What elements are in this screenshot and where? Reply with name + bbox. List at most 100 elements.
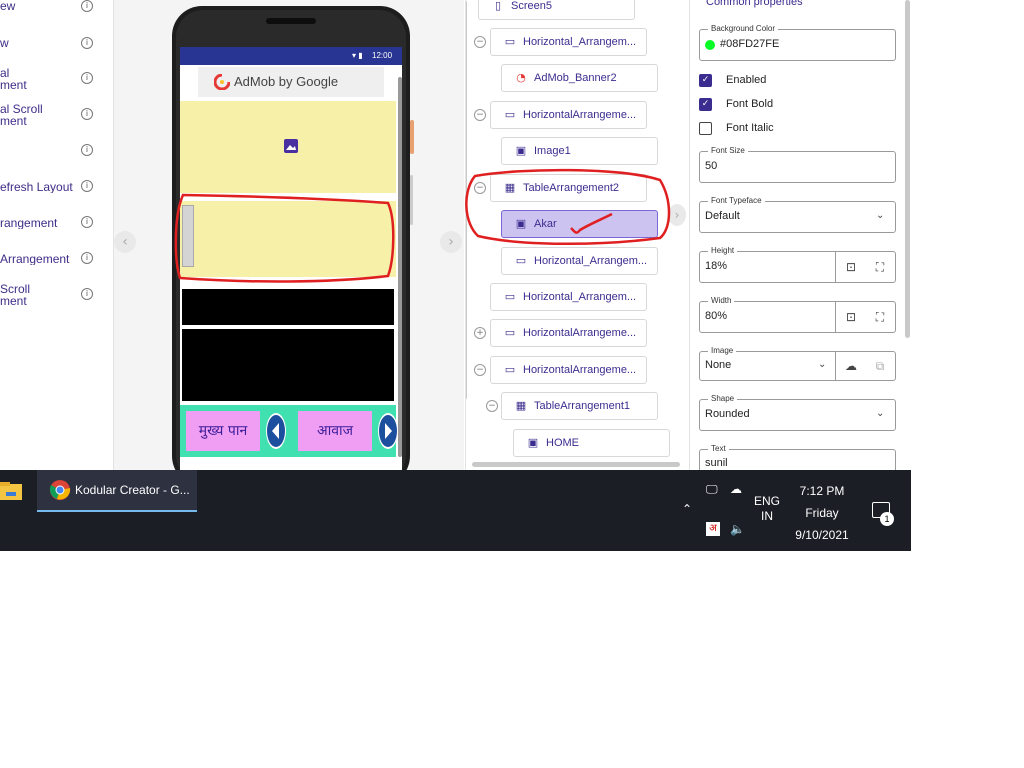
collapse-toggle-icon[interactable]: − [474, 364, 486, 376]
tree-node[interactable]: ◔ AdMob_Banner2 [501, 64, 658, 92]
chevron-up-icon[interactable]: ⌃ [682, 502, 692, 516]
table-icon: ▦ [515, 399, 527, 412]
input-method-icon[interactable]: अ [706, 522, 720, 536]
home-button[interactable]: मुख्य पान [186, 411, 260, 451]
palette-item[interactable]: ew i [0, 0, 113, 30]
taskbar-clock[interactable]: 7:12 PM Friday 9/10/2021 [790, 480, 854, 546]
palette-item-label: Arrangement [0, 253, 70, 265]
font-italic-checkbox[interactable] [699, 122, 712, 135]
collapse-toggle-icon[interactable]: − [474, 182, 486, 194]
table-arrangement-preview[interactable] [180, 201, 396, 277]
file-explorer-icon[interactable] [0, 480, 24, 502]
shape-select[interactable]: Shape Rounded ⌄ [699, 394, 896, 431]
horizontal-arrangement-icon: ▭ [504, 290, 516, 303]
image-select[interactable]: Image None ⌄ ☁ ⧉ [699, 346, 896, 381]
expand-right-icon[interactable]: › [668, 204, 686, 226]
height-field[interactable]: Height 18% ⊡ ⛶ [699, 246, 896, 283]
field-legend: Shape [708, 394, 738, 404]
font-bold-label: Font Bold [726, 98, 774, 110]
back-arrow-icon[interactable] [266, 413, 286, 449]
tree-node[interactable]: ▭ Horizontal_Arrangem... [490, 283, 647, 311]
palette-item[interactable]: al Scroll ment i [0, 102, 113, 132]
collapse-toggle-icon[interactable]: − [486, 400, 498, 412]
palette-item[interactable]: rangement i [0, 216, 113, 246]
black-arrangement[interactable] [182, 365, 394, 401]
width-field[interactable]: Width 80% ⊡ ⛶ [699, 296, 896, 333]
fullscreen-icon[interactable]: ⛶ [865, 302, 895, 332]
language-indicator[interactable]: ENG IN [752, 494, 782, 524]
tree-node-screen5[interactable]: ▯ Screen5 [478, 0, 635, 20]
upload-icon[interactable]: ☁ [835, 352, 866, 380]
open-external-icon[interactable]: ⧉ [865, 352, 895, 380]
phone-screen: ▾ ▮ 12:00 AdMob by Google मुख्य पान आवाज [180, 47, 402, 470]
info-icon[interactable]: i [81, 37, 93, 49]
color-swatch [705, 40, 715, 50]
fullscreen-icon[interactable]: ⛶ [865, 252, 895, 282]
phone-icon: ▯ [494, 0, 502, 12]
collapse-right-icon[interactable]: › [440, 231, 462, 253]
tree-node-selected[interactable]: ▣ Akar [501, 210, 658, 238]
info-icon[interactable]: i [81, 288, 93, 300]
enabled-checkbox[interactable]: ✓ [699, 74, 712, 87]
shape-value: Rounded [705, 408, 750, 420]
collapse-toggle-icon[interactable]: − [474, 36, 486, 48]
center-focus-icon[interactable]: ⊡ [835, 302, 866, 332]
info-icon[interactable]: i [81, 108, 93, 120]
info-icon[interactable]: i [81, 216, 93, 228]
tree-node[interactable]: ▦ TableArrangement2 [490, 174, 647, 202]
network-icon[interactable]: 🖵 [706, 482, 718, 497]
font-bold-checkbox[interactable]: ✓ [699, 98, 712, 111]
info-icon[interactable]: i [81, 252, 93, 264]
font-size-field[interactable]: Font Size 50 [699, 146, 896, 183]
background-color-value: #08FD27FE [720, 38, 780, 50]
palette-item[interactable]: efresh Layout i [0, 180, 113, 210]
image-arrangement[interactable] [180, 101, 396, 193]
info-icon[interactable]: i [81, 0, 93, 12]
clock-date: 9/10/2021 [795, 528, 849, 542]
palette-item[interactable]: i [0, 144, 113, 174]
tree-node[interactable]: ▭ HorizontalArrangeme... [490, 319, 647, 347]
tree-node[interactable]: ▭ Horizontal_Arrangem... [490, 28, 647, 56]
center-focus-icon[interactable]: ⊡ [835, 252, 866, 282]
forward-arrow-icon[interactable] [378, 413, 398, 449]
info-icon[interactable]: i [81, 180, 93, 192]
props-scrollbar[interactable] [905, 0, 910, 338]
info-icon[interactable]: i [81, 144, 93, 156]
screen-scrollbar[interactable] [398, 77, 402, 457]
tree-node[interactable]: ▣ HOME [513, 429, 670, 457]
expand-toggle-icon[interactable]: + [474, 327, 486, 339]
palette-item-label: al Scroll ment [0, 103, 43, 127]
text-field[interactable]: Text sunil [699, 444, 896, 470]
background-color-field[interactable]: Background Color #08FD27FE [699, 24, 896, 61]
akar-textbox-preview[interactable] [182, 205, 194, 267]
font-typeface-select[interactable]: Font Typeface Default ⌄ [699, 196, 896, 233]
horizontal-arrangement-icon: ▭ [504, 363, 516, 376]
admob-banner[interactable]: AdMob by Google [198, 67, 384, 97]
tree-vertical-scrollbar[interactable] [466, 0, 467, 400]
palette-item[interactable]: Scroll ment i [0, 282, 113, 312]
palette-item-label: ew [0, 0, 16, 12]
cloud-icon[interactable]: ☁ [730, 482, 742, 496]
tree-node[interactable]: ▭ Horizontal_Arrangem... [501, 247, 658, 275]
black-arrangement[interactable] [182, 289, 394, 325]
tree-node[interactable]: ▭ HorizontalArrangeme... [490, 101, 647, 129]
enabled-label: Enabled [726, 74, 767, 86]
info-icon[interactable]: i [81, 72, 93, 84]
black-arrangement[interactable] [182, 329, 394, 365]
collapse-left-icon[interactable]: ‹ [114, 231, 136, 253]
field-legend: Font Typeface [708, 196, 765, 206]
tree-horizontal-scrollbar[interactable] [472, 462, 680, 467]
speaker-icon[interactable]: 🔈 [730, 522, 745, 536]
admob-icon: ◔ [516, 71, 526, 84]
palette-item[interactable]: al ment i [0, 66, 113, 96]
image-value: None [705, 359, 732, 371]
taskbar-chrome-button[interactable]: Kodular Creator - G... [37, 470, 197, 512]
palette-item[interactable]: Arrangement i [0, 252, 113, 282]
font-typeface-value: Default [705, 210, 740, 222]
tree-node[interactable]: ▦ TableArrangement1 [501, 392, 658, 420]
tree-node[interactable]: ▣ Image1 [501, 137, 658, 165]
tree-node[interactable]: ▭ HorizontalArrangeme... [490, 356, 647, 384]
palette-item[interactable]: w i [0, 36, 113, 66]
collapse-toggle-icon[interactable]: − [474, 109, 486, 121]
sound-button[interactable]: आवाज [298, 411, 372, 451]
